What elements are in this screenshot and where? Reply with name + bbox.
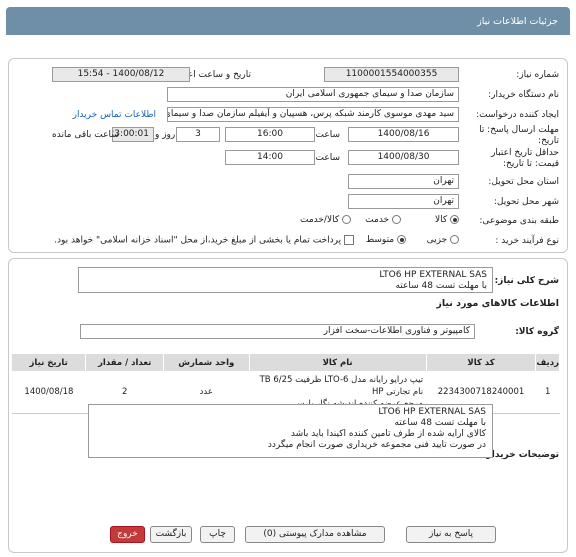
category-service-radio[interactable] bbox=[392, 215, 401, 224]
province-field: تهران bbox=[348, 174, 459, 189]
deadline-time-label: ساعت bbox=[315, 130, 341, 140]
need-number-label: شماره نیاز: bbox=[516, 70, 559, 80]
buyer-field: سازمان صدا و سیمای جمهوری اسلامی ایران bbox=[167, 87, 459, 102]
validity-date-field: 1400/08/30 bbox=[348, 150, 459, 165]
validity-time-field: 14:00 bbox=[225, 150, 315, 165]
print-button[interactable]: چاپ bbox=[200, 526, 235, 543]
category-both-label: کالا/خدمت bbox=[299, 215, 340, 225]
process-option-minor[interactable]: جزیی bbox=[427, 235, 459, 245]
col-qty: تعداد / مقدار bbox=[85, 354, 164, 371]
col-date: تاریخ نیاز bbox=[12, 354, 87, 371]
col-code: کد کالا bbox=[426, 354, 537, 371]
category-goods-radio[interactable] bbox=[450, 215, 459, 224]
announce-date-field: 1400/08/12 - 15:54 bbox=[52, 67, 190, 82]
goods-group-field: کامپیوتر و فناوری اطلاعات-سخت افزار bbox=[80, 324, 475, 339]
need-number-field: 1100001554000355 bbox=[324, 67, 459, 82]
remaining-time-label: ساعت باقی مانده bbox=[52, 130, 119, 140]
treasury-payment-option[interactable]: پرداخت تمام یا بخشی از مبلغ خرید،از محل … bbox=[54, 235, 354, 246]
deadline-time-field: 16:00 bbox=[225, 127, 315, 142]
exit-button[interactable]: خروج bbox=[110, 526, 145, 543]
process-medium-radio[interactable] bbox=[397, 235, 406, 244]
process-minor-label: جزیی bbox=[426, 235, 448, 245]
buyer-notes-label: توضیحات خریدار: bbox=[483, 450, 559, 460]
page-header: جزئیات اطلاعات نیاز bbox=[6, 7, 570, 35]
category-service-label: خدمت bbox=[365, 215, 390, 225]
cell-date: 1400/08/18 bbox=[12, 371, 86, 414]
cell-name-line-1: تیپ درایو رایانه مدل LTO-6 ظرفیت 6/25 TB… bbox=[259, 374, 424, 397]
note-line-3: کالای ارایه شده از طرف تامین کننده اکیند… bbox=[290, 429, 486, 439]
buyer-label: نام دستگاه خریدار: bbox=[488, 90, 559, 100]
summary-line-1: LTO6 HP EXTERNAL SAS bbox=[379, 270, 487, 280]
days-word: روز و bbox=[155, 130, 176, 140]
cell-row: 1 bbox=[535, 371, 560, 414]
goods-table-header: ردیف کد کالا نام کالا واحد شمارش تعداد /… bbox=[12, 354, 560, 371]
process-medium-label: متوسط bbox=[365, 235, 395, 245]
note-line-2: با مهلت تست 48 ساعته bbox=[394, 418, 486, 428]
deadline-label: مهلت ارسال پاسخ: تا تاریخ: bbox=[479, 125, 559, 146]
category-option-both[interactable]: کالا/خدمت bbox=[300, 215, 351, 225]
note-line-1: LTO6 HP EXTERNAL SAS bbox=[378, 407, 486, 417]
col-name: نام کالا bbox=[249, 354, 427, 371]
note-line-4: در صورت تایید فنی مجموعه خریداری صورت ان… bbox=[267, 440, 486, 450]
process-minor-radio[interactable] bbox=[450, 235, 459, 244]
city-label: شهر محل تحویل: bbox=[493, 197, 559, 207]
category-option-goods[interactable]: کالا bbox=[435, 215, 459, 225]
page-title: جزئیات اطلاعات نیاز bbox=[477, 16, 558, 27]
creator-field: سید مهدی موسوی کارمند شبکه پرس، هسپیان و… bbox=[167, 107, 459, 122]
category-option-service[interactable]: خدمت bbox=[365, 215, 401, 225]
attachments-button[interactable]: مشاهده مدارک پیوستی (0) bbox=[245, 526, 385, 543]
col-unit: واحد شمارش bbox=[163, 354, 250, 371]
buyer-contact-link[interactable]: اطلاعات تماس خریدار bbox=[73, 110, 156, 120]
col-row: ردیف bbox=[535, 354, 560, 371]
category-label: طبقه بندی موضوعی: bbox=[479, 216, 559, 226]
category-goods-label: کالا bbox=[434, 215, 448, 225]
process-option-medium[interactable]: متوسط bbox=[366, 235, 406, 245]
validity-label: حداقل تاریخ اعتبار قیمت: تا تاریخ: bbox=[491, 148, 559, 169]
back-button[interactable]: بازگشت bbox=[150, 526, 192, 543]
deadline-date-field: 1400/08/16 bbox=[348, 127, 459, 142]
summary-label: شرح کلی نیاز: bbox=[494, 276, 559, 286]
city-field: تهران bbox=[348, 194, 459, 209]
goods-group-label: گروه کالا: bbox=[515, 327, 559, 337]
summary-line-2: با مهلت تست 48 ساعته bbox=[395, 281, 487, 291]
goods-info-title: اطلاعات کالاهای مورد نیاز bbox=[436, 298, 559, 309]
treasury-payment-checkbox[interactable] bbox=[344, 235, 354, 245]
days-count-field: 3 bbox=[176, 127, 220, 142]
summary-box: LTO6 HP EXTERNAL SAS با مهلت تست 48 ساعت… bbox=[78, 267, 493, 293]
treasury-payment-note: پرداخت تمام یا بخشی از مبلغ خرید،از محل … bbox=[54, 235, 342, 246]
validity-time-label: ساعت bbox=[315, 153, 341, 163]
reply-button[interactable]: پاسخ به نیاز bbox=[406, 526, 496, 543]
buyer-notes-box: LTO6 HP EXTERNAL SAS با مهلت تست 48 ساعت… bbox=[88, 404, 493, 458]
category-both-radio[interactable] bbox=[342, 215, 351, 224]
process-label: نوع فرآیند خرید : bbox=[495, 236, 559, 246]
creator-label: ایجاد کننده درخواست: bbox=[476, 110, 559, 120]
province-label: استان محل تحویل: bbox=[488, 177, 559, 187]
